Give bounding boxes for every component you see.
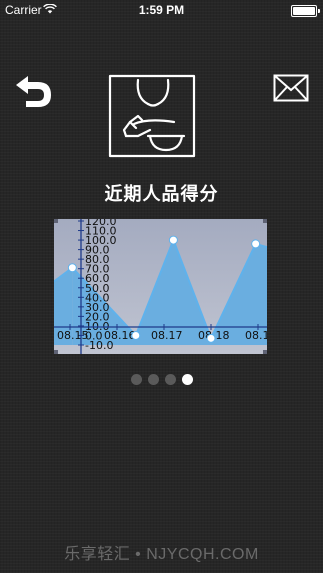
status-time: 1:59 PM bbox=[138, 3, 185, 17]
x-tick-label: 08.15 bbox=[57, 329, 89, 342]
chart-corner-handle bbox=[263, 219, 267, 223]
page-dot[interactable] bbox=[181, 374, 193, 385]
envelope-icon bbox=[273, 74, 309, 102]
battery-icon bbox=[291, 5, 320, 17]
y-tick-label: 120.0 bbox=[85, 219, 117, 228]
back-arrow-icon bbox=[16, 76, 51, 107]
x-tick-label: 08.16 bbox=[104, 329, 136, 342]
status-bar: Carrier 1:59 PM bbox=[0, 0, 323, 20]
score-chart-svg: -10.00.010.020.030.040.050.060.070.080.0… bbox=[54, 219, 267, 354]
data-point bbox=[168, 235, 178, 245]
page-title: 近期人品得分 bbox=[104, 184, 219, 205]
page-dot[interactable] bbox=[164, 374, 176, 385]
x-tick-label: 08.17 bbox=[151, 329, 183, 342]
page-dot[interactable] bbox=[147, 374, 159, 385]
score-chart: -10.0 0.0 10.0 20.0 30.0 40.0 50.0 60.0 70.0 80.0… bbox=[54, 219, 267, 354]
back-button[interactable] bbox=[12, 70, 54, 110]
person-praying-icon bbox=[108, 74, 196, 158]
data-point bbox=[67, 263, 77, 273]
chart-corner-handle bbox=[263, 350, 267, 354]
x-tick-label: 08.19 bbox=[245, 329, 267, 342]
chart-corner-handle bbox=[54, 350, 58, 354]
mail-button[interactable] bbox=[273, 74, 309, 102]
page-indicator[interactable] bbox=[0, 374, 323, 386]
page-dot[interactable] bbox=[130, 374, 142, 385]
watermark: 乐享轻汇 • NJYCQH.COM bbox=[64, 546, 259, 563]
data-point bbox=[251, 239, 261, 249]
data-point bbox=[131, 330, 141, 340]
chart-corner-handle bbox=[54, 219, 58, 223]
data-point bbox=[206, 333, 216, 343]
